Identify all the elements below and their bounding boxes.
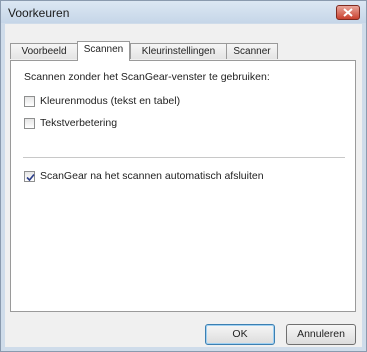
option-auto-close[interactable]: ScanGear na het scannen automatisch afsl… (24, 169, 264, 183)
tab-kleurinstellingen[interactable]: Kleurinstellingen (130, 43, 227, 59)
checkbox[interactable] (24, 170, 35, 182)
option-color-mode[interactable]: Kleurenmodus (tekst en tabel) (24, 94, 180, 108)
option-text-enhancement[interactable]: Tekstverbetering (24, 116, 117, 130)
checkbox[interactable] (24, 95, 35, 107)
tab-label: Voorbeeld (21, 46, 67, 57)
ok-button[interactable]: OK (205, 324, 275, 345)
title-bar[interactable]: Voorkeuren (1, 1, 366, 23)
checkmark-icon (26, 173, 35, 181)
tab-voorbeeld[interactable]: Voorbeeld (10, 43, 78, 59)
close-button[interactable] (336, 5, 360, 20)
tab-label: Scannen (83, 44, 124, 55)
separator (23, 157, 345, 158)
checkbox[interactable] (24, 117, 35, 129)
tab-label: Scanner (233, 46, 271, 57)
preferences-dialog: Voorkeuren Voorbeeld Scannen Kleurinstel… (0, 0, 367, 352)
close-icon (343, 8, 353, 17)
option-label: Tekstverbetering (40, 117, 118, 129)
tab-scanner[interactable]: Scanner (226, 43, 278, 59)
scan-intro-text: Scannen zonder het ScanGear-venster te g… (24, 71, 270, 83)
scan-settings-panel: Scannen zonder het ScanGear-venster te g… (10, 60, 356, 312)
option-label: Kleurenmodus (tekst en tabel) (40, 95, 181, 107)
option-label: ScanGear na het scannen automatisch afsl… (40, 170, 264, 182)
window-title: Voorkeuren (8, 6, 70, 20)
tab-scannen[interactable]: Scannen (77, 41, 130, 61)
cancel-button[interactable]: Annuleren (286, 324, 356, 345)
tab-label: Kleurinstellingen (141, 46, 216, 57)
dialog-body: Voorbeeld Scannen Kleurinstellingen Scan… (5, 24, 362, 347)
